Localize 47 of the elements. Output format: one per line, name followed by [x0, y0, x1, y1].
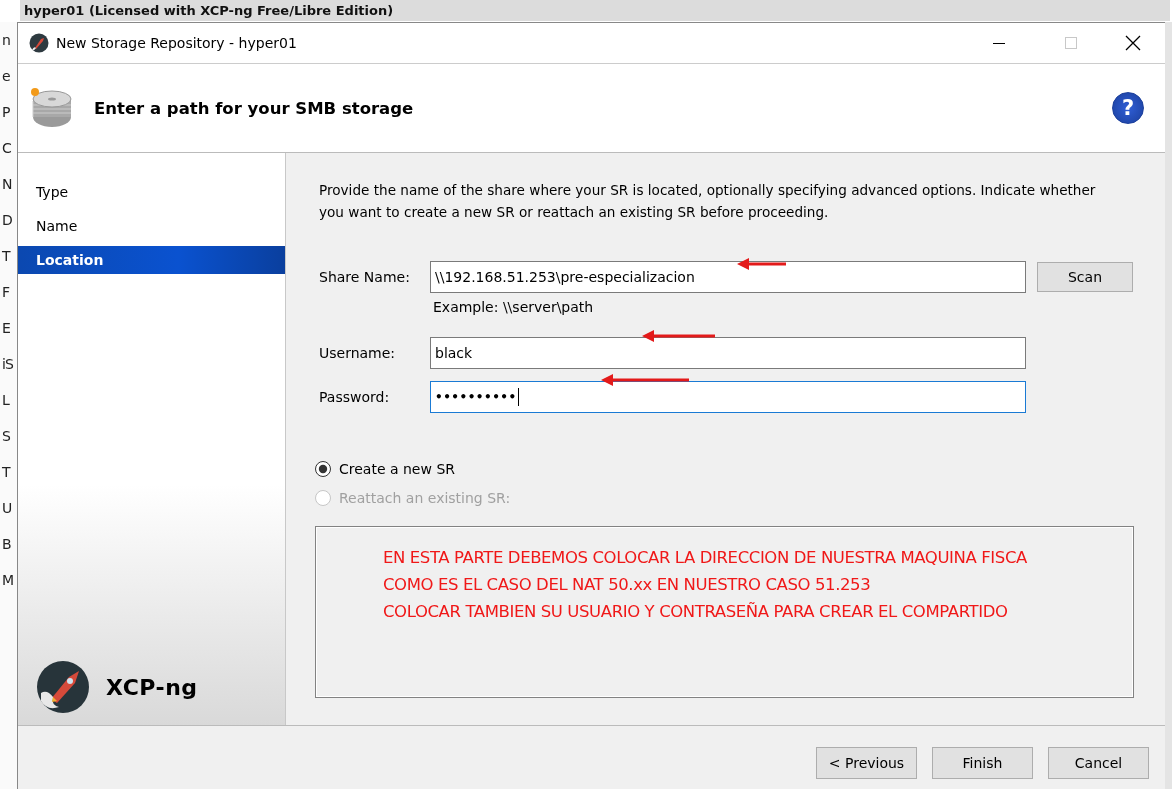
- radio-button[interactable]: [315, 461, 331, 477]
- wizard-step[interactable]: Location: [18, 246, 285, 274]
- background-window-title: hyper01 (Licensed with XCP-ng Free/Libre Edition): [24, 3, 394, 18]
- annotation-note: COLOCAR TAMBIEN SU USUARIO Y CONTRASEÑA PARA CREAR EL COMPARTIDO: [383, 601, 1009, 623]
- window-title: New Storage Repository - hyper01: [56, 35, 297, 51]
- background-window-text: e: [1, 67, 11, 86]
- background-window-text: P: [1, 103, 11, 122]
- input-field[interactable]: \\192.168.51.253\pre-especializacion: [430, 261, 1026, 293]
- input-field[interactable]: black: [430, 337, 1026, 369]
- background-window-text: F: [1, 283, 11, 302]
- radio-label: Create a new SR: [339, 461, 455, 477]
- background-window-text: E: [1, 319, 11, 338]
- radio-label: Reattach an existing SR:: [339, 490, 511, 506]
- example-hint: Example: \\server\path: [433, 299, 594, 317]
- minimize-icon[interactable]: [993, 42, 1005, 44]
- help-button[interactable]: ?: [1112, 92, 1144, 124]
- background-window-text: T: [1, 247, 12, 266]
- wizard-step[interactable]: Type: [18, 178, 285, 206]
- background-window-text: D: [1, 211, 13, 230]
- background-window-text: B: [1, 535, 12, 554]
- brand-name: XCP-ng: [106, 674, 198, 700]
- background-window-text: L: [1, 391, 11, 410]
- scan-button[interactable]: Scan: [1037, 262, 1133, 292]
- disk-stack-icon: [30, 87, 74, 129]
- field-label: Share Name:: [319, 269, 411, 285]
- background-window-text: C: [1, 139, 12, 158]
- background-window-text: S: [1, 427, 11, 446]
- background-window-text: M: [1, 571, 15, 590]
- dialog-button[interactable]: Cancel: [1048, 747, 1149, 779]
- rocket-logo-icon: [29, 33, 49, 53]
- background-window-text: n: [1, 31, 11, 50]
- background-window-text: U: [1, 499, 13, 518]
- annotation-note: EN ESTA PARTE DEBEMOS COLOCAR LA DIRECCION DE NUESTRA MAQUINA FISCA: [383, 547, 1028, 569]
- close-icon[interactable]: [1125, 35, 1141, 51]
- background-window-text: N: [1, 175, 13, 194]
- annotation-note: COMO ES EL CASO DEL NAT 50.xx EN NUESTRO CASO 51.253: [383, 574, 872, 596]
- field-label: Username:: [319, 345, 397, 361]
- wizard-step[interactable]: Name: [18, 212, 285, 240]
- dialog-button[interactable]: < Previous: [816, 747, 917, 779]
- dialog-button[interactable]: Finish: [932, 747, 1033, 779]
- field-label: Password:: [319, 389, 391, 405]
- background-window-text: T: [1, 463, 12, 482]
- password-field[interactable]: ••••••••••: [430, 381, 1026, 413]
- background-window-text: iS: [1, 355, 14, 374]
- instructions-text: Provide the name of the share where your SR is located, optionally specifying advanced options. Indicate whether you want to create a new SR or reattach an existing SR before proceeding.: [319, 181, 1097, 222]
- page-heading: Enter a path for your SMB storage: [94, 98, 415, 118]
- rocket-logo-icon: [37, 661, 89, 713]
